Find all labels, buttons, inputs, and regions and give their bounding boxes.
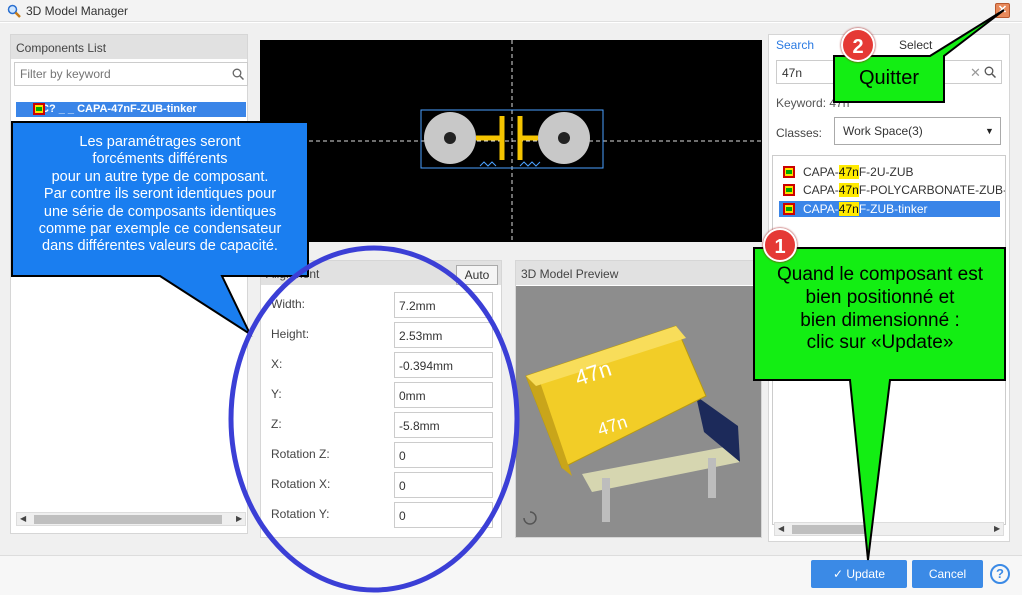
blue-note-line: comme par exemple ce condensateur (38, 220, 282, 237)
green-note-line: clic sur «Update» (806, 332, 954, 354)
blue-note-line: Par contre ils seront identiques pour (43, 186, 277, 203)
blue-note-line: forcéments différents (92, 151, 228, 168)
fields-highlight-circle (228, 245, 520, 593)
green-note-line: bien dimensionné : (800, 309, 960, 331)
step-badge-2: 2 (841, 28, 875, 62)
green-callout-quit-text: Quitter (858, 67, 920, 89)
green-callout-update-text: Quand le composant est bien positionné e… (756, 264, 1004, 355)
green-note-line: Quand le composant est (777, 264, 983, 285)
blue-note-line: dans différentes valeurs de capacité. (42, 238, 278, 255)
blue-note-line: pour un autre type de composant. (51, 168, 269, 185)
green-note-line: bien positionné et (805, 286, 955, 308)
blue-note-line: Les paramétrages seront (79, 134, 241, 150)
blue-callout-text: Les paramétrages seront forcéments diffé… (16, 134, 304, 256)
step-badge-1: 1 (763, 228, 797, 262)
blue-note-line: une série de composants identiques (43, 203, 277, 220)
